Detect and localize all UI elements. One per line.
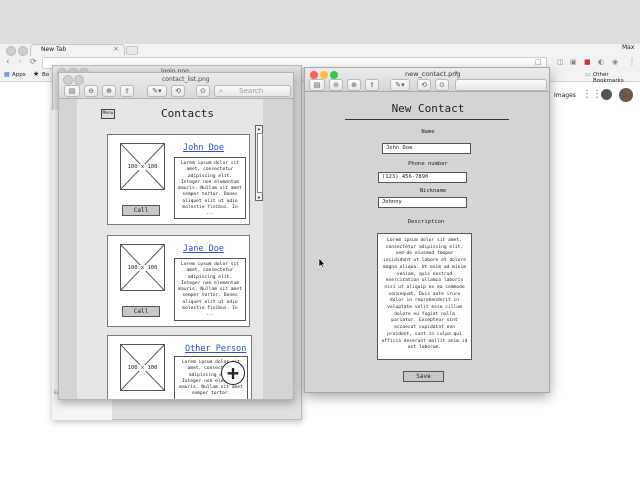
star-icon[interactable]: ★ [33,70,39,78]
markup-button[interactable]: ✎▾ [147,85,167,97]
phone-label: Phone number [408,161,448,167]
extension-icon[interactable]: □ [535,58,542,66]
contact-card[interactable]: 100 x 100 Call Jane Doe Lorem ipsum dolo… [107,235,250,327]
annotate-button[interactable]: ⊙ [435,79,449,91]
new-contact-heading: New Contact [391,102,465,115]
photo-size-label: 100 x 100 [127,264,158,271]
bookmark-apps[interactable]: Apps [12,72,26,78]
scroll-up-icon[interactable]: ▲ [256,126,262,131]
zoom-in-button[interactable]: ⊕ [347,79,361,91]
call-button[interactable]: Call [122,306,160,317]
contact-list-min-dot[interactable] [74,75,84,85]
contact-photo-placeholder: 100 x 100 [120,143,165,190]
contact-list-canvas: Menu Contacts ▲ ▼ 100 x 100 Call John Do… [77,99,263,399]
name-label: Name [421,129,435,135]
search-field[interactable] [455,79,547,91]
search-placeholder: Search [239,87,264,95]
notifications-icon[interactable] [601,89,612,100]
contacts-heading: Contacts [161,107,214,120]
scroll-thumb[interactable] [257,133,263,193]
folder-icon: ▭ [585,71,591,78]
contact-list-window-title: contact_list.png [162,76,210,83]
rotate-button[interactable]: ⟲ [417,79,431,91]
zoom-out-button[interactable]: ⊖ [84,85,98,97]
search-icon: ⌕ [219,87,223,95]
description-textarea[interactable]: Lorem ipsum dolor sit amet, consectetur … [377,233,472,360]
extension-icon[interactable]: ◫ [557,58,564,66]
description-label: Description [407,219,445,225]
contact-name-link[interactable]: Jane Doe [183,244,224,254]
list-scrollbar[interactable]: ▲ ▼ [255,125,263,201]
extension-icon[interactable]: ■ [584,58,591,66]
contact-description: Lorem ipsum dolor sit amet, consectetur … [174,258,246,321]
phone-field[interactable]: (123) 456-7890 [378,172,467,183]
contact-card[interactable]: 100 x 100 Call John Doe Lorem ipsum dolo… [107,134,250,225]
zoom-dot[interactable] [330,71,338,79]
browser-tab[interactable]: New Tab × [30,44,125,56]
minimize-dot[interactable] [320,71,328,79]
heading-underline [345,119,509,120]
plus-icon: + [226,361,240,385]
photo-size-label: 100 x 100 [127,364,158,371]
contact-name-link[interactable]: John Doe [183,143,224,153]
reload-icon[interactable]: ⟳ [30,57,37,66]
add-contact-button[interactable]: + [221,361,245,385]
profile-name[interactable]: Max [622,44,634,51]
sidebar-toggle-button[interactable]: ▤ [309,79,325,91]
new-contact-window-title: new_contact.png [405,70,461,78]
rotate-button[interactable]: ⟲ [171,85,185,97]
extension-icon[interactable]: ◉ [612,58,618,66]
forward-icon[interactable]: › [18,57,22,67]
menu-button[interactable]: Menu [101,109,115,119]
back-icon[interactable]: ‹ [6,57,10,67]
contact-name-link[interactable]: Other Person [185,344,246,354]
bookmark-other[interactable]: Other Bookmarks [593,72,640,84]
photo-size-label: 100 x 100 [127,163,158,170]
contact-photo-placeholder: 100 x 100 [120,244,165,291]
tab-close-icon[interactable]: × [113,45,119,53]
share-button[interactable]: ⇪ [365,79,379,91]
chrome-close-dot[interactable] [6,46,16,56]
chrome-min-dot[interactable] [18,46,28,56]
contact-photo-placeholder: 100 x 100 [120,344,165,391]
extension-icon[interactable]: ◐ [598,58,604,66]
apps-grid-icon[interactable]: ▦ [4,71,10,78]
name-field[interactable]: John Doe [382,143,471,154]
sidebar-toggle-button[interactable]: ▤ [64,85,80,97]
extension-icon[interactable]: ▣ [570,58,577,66]
contact-list-close-dot[interactable] [63,75,73,85]
new-contact-canvas: New Contact Name John Doe Phone number (… [305,92,549,392]
title-chevron-icon[interactable]: ▾ [455,70,458,76]
browser-tab-title: New Tab [41,46,67,53]
menu-dots-icon[interactable]: ⋮ [628,57,636,66]
contact-list-window: contact_list.png ▤ ⊖ ⊕ ⇪ ✎▾ ⟲ ⊙ ⌕ Search… [58,72,294,400]
avatar[interactable] [619,88,633,102]
apps-launcher-icon[interactable]: ⋮⋮ [582,89,602,100]
bookmark-partial[interactable]: Bo [42,72,49,78]
contact-description: Lorem ipsum dolor sit amet, consectetur … [174,157,246,219]
new-contact-window: new_contact.png ▾ ▤ ⊖ ⊕ ⇪ ✎▾ ⟲ ⊙ New Con… [304,67,550,393]
markup-button[interactable]: ✎▾ [390,79,410,91]
nickname-field[interactable]: Johnny [378,197,467,208]
close-dot[interactable] [310,71,318,79]
scroll-down-icon[interactable]: ▼ [256,195,262,200]
nickname-label: Nickname [419,188,447,194]
images-link[interactable]: Images [554,92,576,99]
share-button[interactable]: ⇪ [120,85,134,97]
call-button[interactable]: Call [122,205,160,216]
new-tab-button[interactable] [126,46,138,55]
search-field[interactable]: ⌕ Search [214,85,291,97]
zoom-out-button[interactable]: ⊖ [329,79,343,91]
browser-titlebar [0,0,640,44]
zoom-in-button[interactable]: ⊕ [102,85,116,97]
annotate-button[interactable]: ⊙ [196,85,210,97]
mouse-cursor-icon [318,257,326,269]
save-button[interactable]: Save [403,371,444,382]
